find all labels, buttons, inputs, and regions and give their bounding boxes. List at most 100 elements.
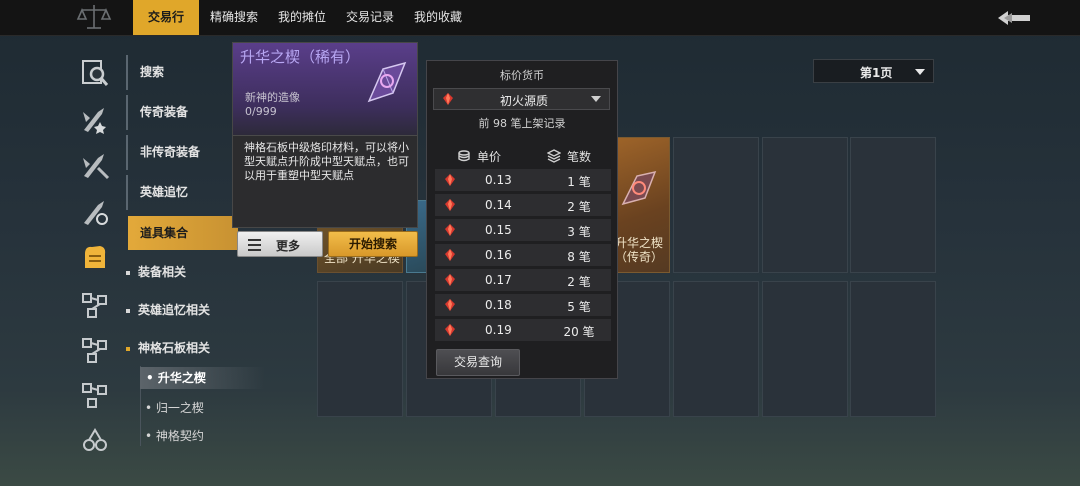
ember-gem-icon [445,274,455,286]
item-collection-icon[interactable] [80,242,110,272]
ember-gem-icon [445,299,455,311]
row-price: 0.19 [485,323,512,337]
count-column-header: 笔数 [567,150,592,164]
non-legendary-gear-icon[interactable] [80,150,110,180]
contract-icon[interactable] [80,425,110,455]
grid-slot[interactable] [317,281,403,417]
page-dropdown-value: 第1页 [860,66,893,80]
grid-slot[interactable] [850,281,936,417]
subcategory-label: 神格石板相关 [138,341,211,355]
page-dropdown[interactable]: 第1页 [813,59,934,83]
menu-icon [248,239,261,254]
chevron-down-icon [591,96,601,102]
item-thumb-label: 升华之楔（传奇） [615,236,664,264]
row-price: 0.18 [485,298,512,312]
price-column-header: 单价 [477,150,502,164]
grid-slot[interactable] [673,137,759,273]
hero-memory-icon[interactable] [80,197,110,227]
row-count: 3 笔 [567,225,591,239]
more-button-label: 更多 [276,239,301,253]
bullet-icon [126,308,130,313]
row-count: 2 笔 [567,275,591,289]
bullet-icon [126,346,130,351]
gear-related-icon[interactable] [80,291,110,321]
price-row[interactable]: 0.18 5 笔 [435,294,611,316]
tab-precise-search[interactable]: 精确搜索 [202,0,266,35]
legendary-gear-icon[interactable] [80,104,110,134]
row-count: 20 笔 [563,325,595,339]
category-legendary-gear[interactable]: 传奇装备 [128,95,238,129]
item-title: 升华之楔（稀有） [240,48,361,66]
item-description: 神格石板中级烙印材料，可以将小型天赋点升阶成中型天赋点，也可以用于重塑中型天赋点 [244,141,409,182]
category-search[interactable]: 搜索 [128,55,238,89]
row-count: 2 笔 [567,200,591,214]
bullet-icon [126,270,130,275]
memory-related-icon[interactable] [80,336,110,366]
price-row[interactable]: 0.14 2 笔 [435,194,611,216]
subcategory-label: 英雄追忆相关 [138,303,211,317]
leaf-item-sublimation-wedge[interactable]: • 升华之楔 [140,367,265,389]
scales-logo-icon [76,5,112,29]
wedge-crystal-icon [367,61,407,103]
leaf-item-unity-wedge[interactable]: • 归一之楔 [145,399,204,416]
price-currency-header: 标价货币 [500,69,544,82]
ember-gem-icon [445,324,455,336]
row-price: 0.16 [485,248,512,262]
price-row[interactable]: 0.19 20 笔 [435,319,611,341]
card-divider [233,135,417,136]
layers-icon [547,149,561,163]
item-owned-count: 0/999 [245,105,277,118]
ember-gem-icon [445,199,455,211]
ember-gem-icon [445,224,455,236]
grid-slot[interactable] [762,281,848,417]
ember-gem-icon [445,174,455,186]
row-price: 0.15 [485,223,512,237]
price-table-header: 单价 笔数 [435,147,611,167]
row-price: 0.13 [485,173,512,187]
row-count: 1 笔 [567,175,591,189]
divine-tablet-icon[interactable] [80,381,110,411]
subcategory-label: 装备相关 [138,265,187,279]
item-subtitle: 新神的造像 [245,91,300,104]
tab-trade-records[interactable]: 交易记录 [338,0,402,35]
search-icon[interactable] [80,58,110,88]
grid-slot[interactable] [673,281,759,417]
ember-gem-icon [443,93,453,105]
price-panel: 标价货币 初火源质 前 98 笔上架记录 单价 笔数 0.13 1 笔 0.14… [426,60,618,379]
price-row[interactable]: 0.16 8 笔 [435,244,611,266]
row-price: 0.17 [485,273,512,287]
grid-slot[interactable] [762,137,848,273]
price-row[interactable]: 0.13 1 笔 [435,169,611,191]
tab-trading-house[interactable]: 交易行 [133,0,199,35]
subcategory-gear-related[interactable]: 装备相关 [126,263,186,280]
wedge-crystal-icon [621,170,657,206]
trade-query-button[interactable]: 交易查询 [436,349,520,376]
tab-my-stall[interactable]: 我的摊位 [270,0,334,35]
start-search-button[interactable]: 开始搜索 [328,231,418,257]
listing-note: 前 98 笔上架记录 [478,117,566,130]
back-arrow-icon[interactable] [996,8,1032,28]
category-non-legendary-gear[interactable]: 非传奇装备 [128,135,238,169]
chevron-down-icon [915,69,925,75]
row-count: 5 笔 [567,300,591,314]
leaf-label: 神格契约 [155,429,204,443]
row-count: 8 笔 [567,250,591,264]
subcategory-divine-tablet[interactable]: 神格石板相关 [126,339,210,356]
row-price: 0.14 [485,198,512,212]
grid-slot[interactable] [850,137,936,273]
subcategory-memory-related[interactable]: 英雄追忆相关 [126,301,210,318]
coin-stack-icon [458,150,470,162]
price-row[interactable]: 0.15 3 笔 [435,219,611,241]
category-hero-memory[interactable]: 英雄追忆 [128,175,238,209]
item-detail-header: 升华之楔（稀有） 新神的造像 0/999 [233,43,417,135]
leaf-label: 升华之楔 [157,371,206,385]
category-item-collection[interactable]: 道具集合 [128,216,238,250]
tab-my-favorites[interactable]: 我的收藏 [406,0,470,35]
more-button[interactable]: 更多 [237,231,323,257]
currency-dropdown[interactable]: 初火源质 [433,88,610,110]
currency-dropdown-value: 初火源质 [500,94,549,108]
leaf-label: 归一之楔 [155,401,204,415]
price-row[interactable]: 0.17 2 笔 [435,269,611,291]
leaf-item-divine-contract[interactable]: • 神格契约 [145,427,204,444]
top-bar: 交易行 精确搜索 我的摊位 交易记录 我的收藏 [0,0,1080,36]
